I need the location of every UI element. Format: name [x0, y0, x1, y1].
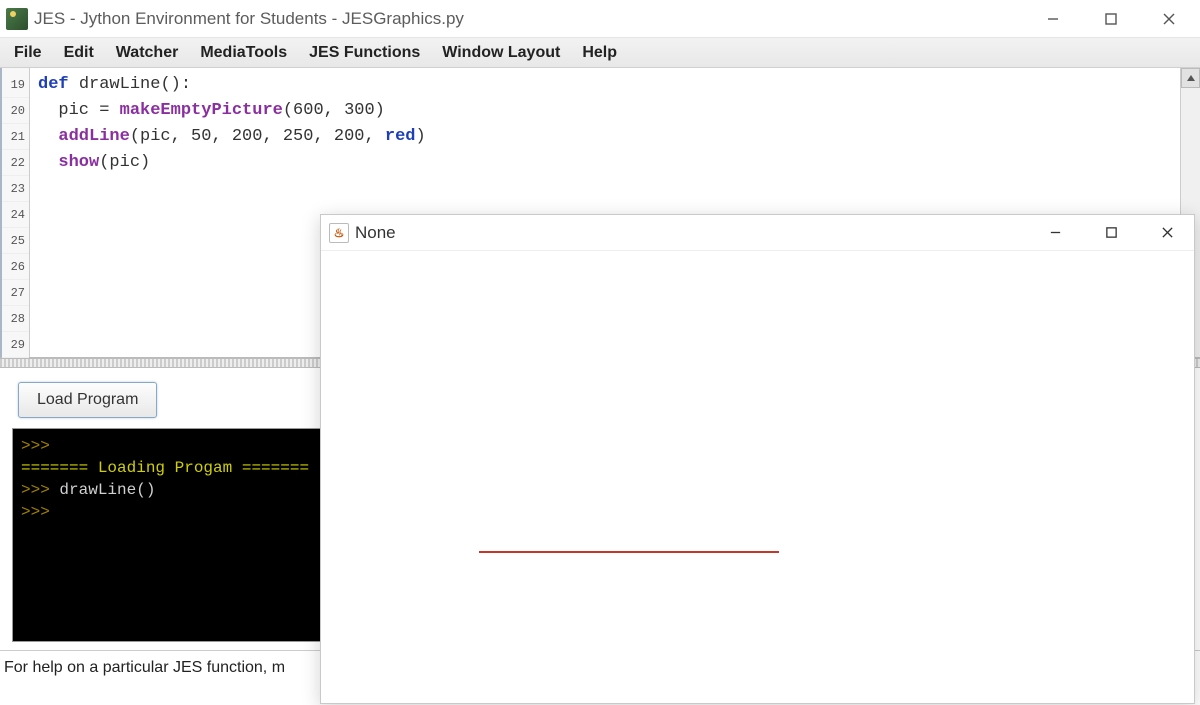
code-line[interactable]: addLine(pic, 50, 200, 250, 200, red) — [38, 124, 1174, 150]
window-title: JES - Jython Environment for Students - … — [34, 9, 1038, 29]
graphics-window[interactable]: ♨ None — [320, 214, 1195, 704]
menu-mediatools[interactable]: MediaTools — [190, 40, 297, 66]
graphics-window-title: None — [355, 223, 1040, 243]
java-icon: ♨ — [329, 223, 349, 243]
menu-jes-functions[interactable]: JES Functions — [299, 40, 430, 66]
code-line[interactable]: def drawLine(): — [38, 72, 1174, 98]
line-number: 22 — [2, 150, 29, 176]
maximize-button[interactable] — [1096, 4, 1126, 34]
menu-help[interactable]: Help — [572, 40, 627, 66]
load-program-button[interactable]: Load Program — [18, 382, 157, 418]
app-icon — [6, 8, 28, 30]
code-line[interactable]: pic = makeEmptyPicture(600, 300) — [38, 98, 1174, 124]
line-number: 23 — [2, 176, 29, 202]
line-number: 27 — [2, 280, 29, 306]
line-number: 28 — [2, 306, 29, 332]
menu-watcher[interactable]: Watcher — [106, 40, 189, 66]
line-number: 20 — [2, 98, 29, 124]
line-number: 19 — [2, 72, 29, 98]
line-number: 29 — [2, 332, 29, 358]
window-controls — [1038, 4, 1184, 34]
menu-window-layout[interactable]: Window Layout — [432, 40, 570, 66]
graphics-titlebar: ♨ None — [321, 215, 1194, 251]
graphics-minimize-button[interactable] — [1040, 218, 1070, 248]
line-number: 25 — [2, 228, 29, 254]
close-button[interactable] — [1154, 4, 1184, 34]
graphics-canvas — [321, 251, 1194, 703]
graphics-maximize-button[interactable] — [1096, 218, 1126, 248]
graphics-close-button[interactable] — [1152, 218, 1182, 248]
menu-file[interactable]: File — [4, 40, 52, 66]
line-number: 21 — [2, 124, 29, 150]
main-titlebar: JES - Jython Environment for Students - … — [0, 0, 1200, 38]
line-number: 26 — [2, 254, 29, 280]
line-number-gutter: 1920212223242526272829 — [0, 68, 30, 357]
menubar: File Edit Watcher MediaTools JES Functio… — [0, 38, 1200, 68]
graphics-window-controls — [1040, 218, 1182, 248]
line-number: 24 — [2, 202, 29, 228]
scroll-up-button[interactable] — [1181, 68, 1200, 88]
minimize-button[interactable] — [1038, 4, 1068, 34]
menu-edit[interactable]: Edit — [54, 40, 104, 66]
drawn-line — [479, 551, 779, 553]
code-line[interactable]: show(pic) — [38, 150, 1174, 176]
